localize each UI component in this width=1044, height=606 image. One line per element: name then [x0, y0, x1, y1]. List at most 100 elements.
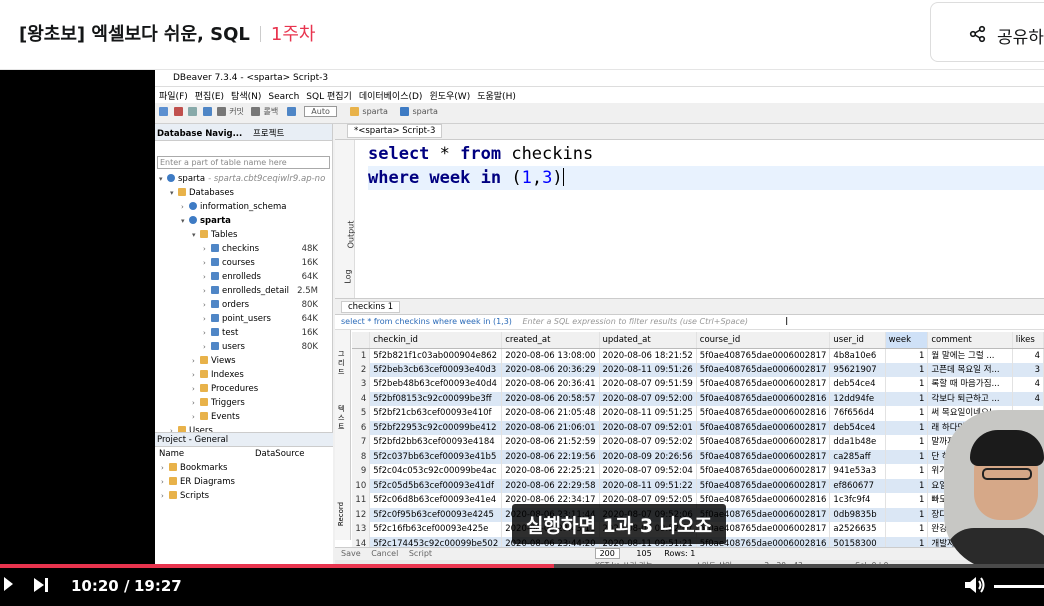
chevron-right-icon[interactable]: ›	[192, 382, 200, 396]
table-cell[interactable]: 1	[885, 522, 929, 537]
disconnect-icon[interactable]	[173, 107, 183, 116]
play-icon[interactable]	[4, 577, 13, 591]
table-cell[interactable]: 2020-08-06 21:06:01	[501, 420, 600, 435]
table-cell[interactable]: 5f0ae408765dae0006002817	[696, 435, 831, 450]
chevron-right-icon[interactable]: ›	[203, 340, 211, 354]
table-cell[interactable]: 2020-08-06 20:58:57	[501, 391, 600, 406]
table-row[interactable]: 7 5f2bfd2bb63cef00093e4184 2020-08-06 21:5…	[352, 435, 1044, 450]
table-cell[interactable]: 5f0ae408765dae0006002817	[696, 348, 831, 363]
chevron-down-icon[interactable]: ▾	[192, 228, 200, 242]
cancel-button[interactable]: Cancel	[371, 549, 398, 558]
menu-item[interactable]: 윈도우(W)	[429, 92, 470, 102]
tree-item[interactable]: ▾ Tables	[155, 228, 332, 242]
tree-item[interactable]: › Indexes	[155, 368, 332, 382]
table-cell[interactable]: 5f2c05d5b63cef00093e41df	[369, 478, 503, 493]
table-cell[interactable]: 5f2c0f95b63cef00093e4245	[369, 507, 503, 522]
table-cell[interactable]: 2020-08-06 13:08:00	[501, 348, 600, 363]
table-cell[interactable]: 2020-08-11 09:51:25	[599, 406, 697, 421]
table-cell[interactable]: 1	[885, 507, 929, 522]
table-cell[interactable]: 5f0ae408765dae0006002817	[696, 420, 831, 435]
table-cell[interactable]: 5f2bf21cb63cef00093e410f	[369, 406, 503, 421]
tree-item[interactable]: › checkins 48K	[155, 242, 332, 256]
chevron-right-icon[interactable]: ›	[203, 284, 211, 298]
tree-item[interactable]: ▾ sparta	[155, 214, 332, 228]
code-line-2[interactable]: where week in (1,3)	[368, 166, 1044, 190]
table-cell[interactable]: 12dd94fe	[829, 391, 886, 406]
record-view-tab[interactable]: Record	[337, 502, 345, 526]
table-cell[interactable]: 월 말에는 그럴 ...	[927, 348, 1013, 363]
chevron-right-icon[interactable]: ›	[192, 396, 200, 410]
table-cell[interactable]: 2020-08-06 20:36:41	[501, 377, 600, 392]
table-cell[interactable]: 1	[885, 348, 929, 363]
column-header[interactable]: user_id	[829, 332, 886, 349]
tree-item[interactable]: › orders 80K	[155, 298, 332, 312]
tree-item[interactable]: › Procedures	[155, 382, 332, 396]
sql-editor-icon[interactable]	[202, 107, 212, 116]
table-row[interactable]: 6 5f2bf22953c92c00099be412 2020-08-06 21:0…	[352, 420, 1044, 435]
table-cell[interactable]: 2020-08-07 09:52:02	[599, 435, 697, 450]
text-view-tab[interactable]: 텍스트	[338, 405, 346, 432]
menu-item[interactable]: 편집(E)	[195, 92, 224, 102]
table-row[interactable]: 8 5f2c037bb63cef00093e41b5 2020-08-06 22:1…	[352, 449, 1044, 464]
chevron-right-icon[interactable]: ›	[203, 312, 211, 326]
sql-editor[interactable]: select * from checkins where week in (1,…	[355, 140, 1044, 298]
table-cell[interactable]: 5f2c04c053c92c00099be4ac	[369, 464, 503, 479]
share-button[interactable]: 공유하	[930, 2, 1044, 62]
column-header[interactable]: likes	[1012, 332, 1044, 349]
table-cell[interactable]: 1	[885, 464, 929, 479]
tree-item[interactable]: › users 80K	[155, 340, 332, 354]
table-cell[interactable]: 5f0ae408765dae0006002816	[696, 391, 831, 406]
rollback-icon[interactable]	[251, 107, 261, 116]
table-cell[interactable]: 2020-08-06 22:19:56	[501, 449, 600, 464]
tree-item[interactable]: › test 16K	[155, 326, 332, 340]
chevron-right-icon[interactable]: ›	[203, 270, 211, 284]
table-cell[interactable]: dda1b48e	[829, 435, 886, 450]
results-filter-input[interactable]: Enter a SQL expression to filter results…	[522, 317, 747, 326]
table-cell[interactable]: 1	[885, 420, 929, 435]
table-cell[interactable]: 76f656d4	[829, 406, 886, 421]
tree-item[interactable]: › enrolleds 64K	[155, 270, 332, 284]
tree-item[interactable]: › courses 16K	[155, 256, 332, 270]
video-player[interactable]: DBeaver 7.3.4 - <sparta> Script-3 파일(F) 편…	[0, 70, 1044, 570]
table-cell[interactable]: 5f0ae408765dae0006002817	[696, 362, 831, 377]
column-header[interactable]: created_at	[501, 332, 600, 349]
script-button[interactable]: Script	[409, 549, 432, 558]
chevron-right-icon[interactable]: ›	[203, 298, 211, 312]
chevron-right-icon[interactable]: ›	[192, 368, 200, 382]
table-cell[interactable]: 95621907	[829, 362, 886, 377]
menu-item[interactable]: 탐색(N)	[231, 92, 261, 102]
refresh-icon[interactable]	[188, 107, 198, 116]
table-cell[interactable]: 2020-08-11 09:51:26	[599, 362, 697, 377]
tree-item[interactable]: › information_schema	[155, 200, 332, 214]
project-item[interactable]: › Bookmarks	[155, 461, 333, 475]
table-cell[interactable]: 5f2bfd2bb63cef00093e4184	[369, 435, 503, 450]
grid-view-tab[interactable]: 그리드	[338, 350, 346, 377]
table-cell[interactable]: 5f2bf22953c92c00099be412	[369, 420, 503, 435]
table-cell[interactable]: 2020-08-11 09:51:22	[599, 478, 697, 493]
chevron-right-icon[interactable]: ›	[192, 354, 200, 368]
table-cell[interactable]: 4b8a10e6	[829, 348, 886, 363]
table-cell[interactable]: 5f0ae408765dae0006002817	[696, 478, 831, 493]
new-connection-icon[interactable]	[159, 107, 168, 116]
code-line-1[interactable]: select * from checkins	[368, 142, 1044, 166]
column-header[interactable]: week	[885, 332, 929, 349]
volume-icon[interactable]	[964, 576, 986, 594]
volume-slider[interactable]	[994, 585, 1044, 588]
save-button[interactable]: Save	[341, 549, 361, 558]
table-row[interactable]: 10 5f2c05d5b63cef00093e41df 2020-08-06 22:…	[352, 478, 1044, 493]
table-cell[interactable]: 5f0ae408765dae0006002816	[696, 406, 831, 421]
table-cell[interactable]: 1c3fc9f4	[829, 493, 886, 508]
table-cell[interactable]: 1	[885, 406, 929, 421]
table-cell[interactable]: deb54ce4	[829, 377, 886, 392]
tree-item[interactable]: › enrolleds_detail 2.5M	[155, 284, 332, 298]
table-cell[interactable]: 5f0ae408765dae0006002817	[696, 377, 831, 392]
table-cell[interactable]: 2020-08-07 09:51:59	[599, 377, 697, 392]
chevron-right-icon[interactable]: ›	[192, 410, 200, 424]
table-row[interactable]: 4 5f2bf08153c92c00099be3ff 2020-08-06 20:5…	[352, 391, 1044, 406]
tab-checkins-1[interactable]: checkins 1	[341, 301, 401, 313]
table-cell[interactable]: 4	[1012, 348, 1044, 363]
table-cell[interactable]: 2020-08-07 09:52:01	[599, 420, 697, 435]
transaction-mode-icon[interactable]	[286, 107, 296, 116]
table-cell[interactable]: 5f2b821f1c03ab000904e862	[369, 348, 503, 363]
table-cell[interactable]: 1	[885, 478, 929, 493]
